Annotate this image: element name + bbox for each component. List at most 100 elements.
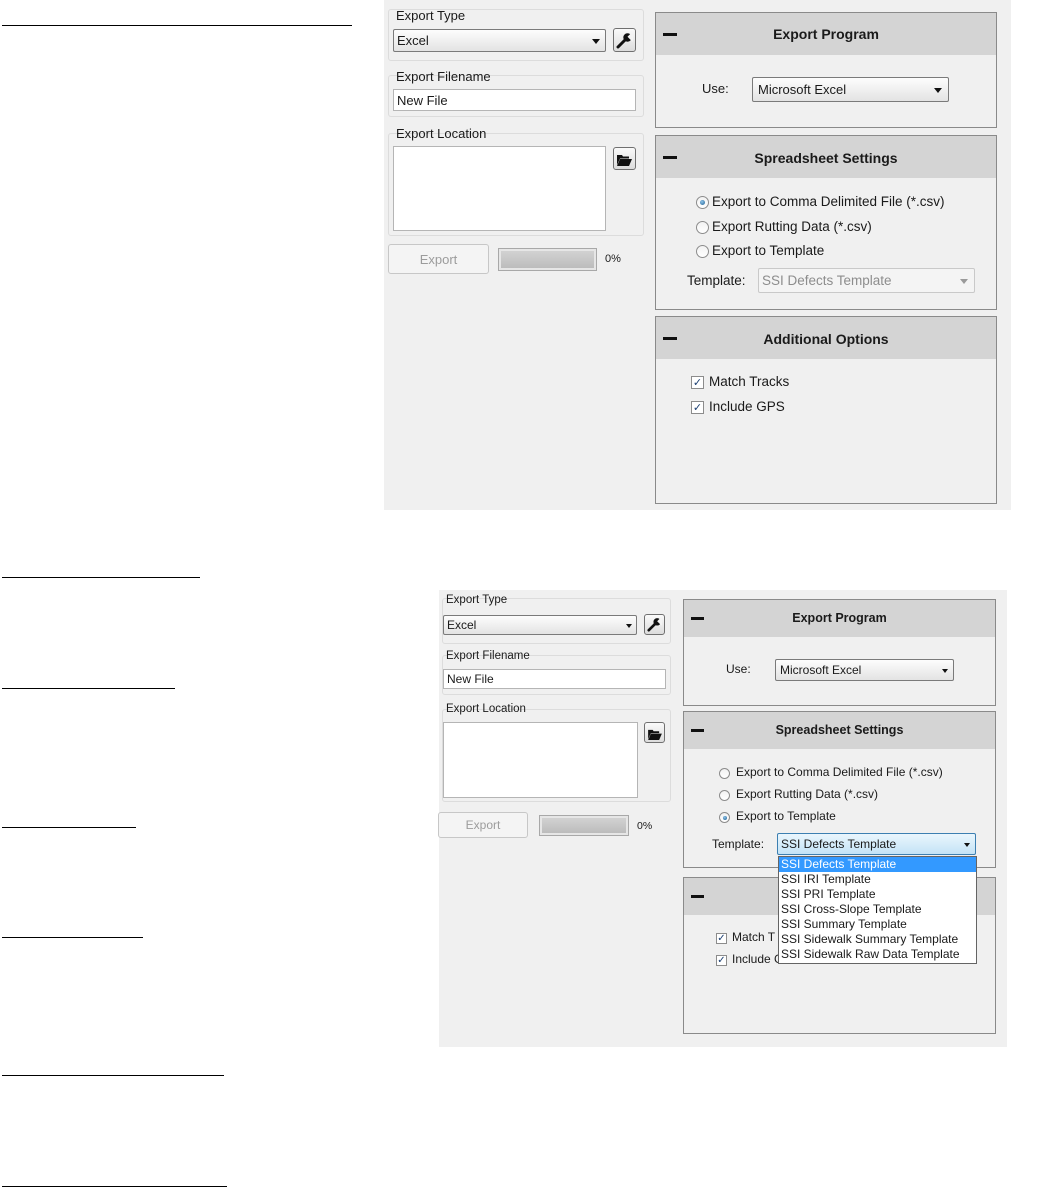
spreadsheet-settings-title: Spreadsheet Settings bbox=[754, 150, 898, 166]
export-button[interactable]: Export bbox=[388, 244, 489, 274]
export-filename-label: Export Filename bbox=[446, 650, 530, 662]
chevron-down-icon bbox=[934, 88, 942, 93]
template-option[interactable]: SSI Defects Template bbox=[779, 857, 976, 872]
document-rule bbox=[2, 577, 200, 578]
template-value: SSI Defects Template bbox=[781, 837, 897, 851]
export-program-panel: Export Program Use: Microsoft Excel bbox=[655, 12, 997, 128]
export-program-value: Microsoft Excel bbox=[780, 663, 862, 677]
browse-folder-button[interactable] bbox=[613, 147, 636, 170]
template-value: SSI Defects Template bbox=[762, 273, 892, 288]
export-progress-bar bbox=[539, 815, 629, 836]
export-progress-percent: 0% bbox=[605, 253, 621, 265]
export-program-title: Export Program bbox=[792, 611, 887, 625]
export-settings-button[interactable] bbox=[644, 614, 665, 635]
export-location-input[interactable] bbox=[443, 722, 638, 798]
chevron-down-icon bbox=[942, 669, 948, 673]
spreadsheet-settings-header[interactable]: Spreadsheet Settings bbox=[656, 136, 996, 178]
export-button[interactable]: Export bbox=[438, 812, 528, 838]
export-type-select[interactable]: Excel bbox=[443, 615, 637, 635]
additional-options-panel: Additional Options ✓ Match Tracks ✓ Incl… bbox=[655, 316, 997, 504]
export-type-value: Excel bbox=[447, 618, 477, 632]
export-progress-percent: 0% bbox=[637, 820, 653, 832]
radio-template[interactable] bbox=[719, 812, 730, 823]
radio-template-label[interactable]: Export to Template bbox=[712, 243, 824, 258]
spreadsheet-settings-header[interactable]: Spreadsheet Settings bbox=[684, 712, 995, 749]
additional-options-header[interactable]: Additional Options bbox=[656, 317, 996, 359]
export-program-select[interactable]: Microsoft Excel bbox=[775, 659, 954, 681]
export-program-header[interactable]: Export Program bbox=[656, 13, 996, 55]
include-gps-label[interactable]: Include G bbox=[732, 952, 783, 966]
export-filename-value: New File bbox=[447, 672, 494, 686]
match-tracks-label[interactable]: Match T bbox=[732, 930, 775, 944]
match-tracks-checkbox[interactable]: ✓ bbox=[716, 933, 727, 944]
radio-rutting-label[interactable]: Export Rutting Data (*.csv) bbox=[712, 219, 872, 234]
chevron-down-icon bbox=[960, 279, 968, 284]
export-type-label: Export Type bbox=[396, 8, 466, 23]
radio-csv-label[interactable]: Export to Comma Delimited File (*.csv) bbox=[712, 194, 945, 209]
chevron-down-icon bbox=[626, 624, 632, 628]
collapse-icon[interactable] bbox=[691, 895, 704, 898]
export-type-value: Excel bbox=[397, 33, 429, 48]
use-label: Use: bbox=[726, 662, 751, 676]
export-location-label: Export Location bbox=[446, 703, 526, 715]
template-label: Template: bbox=[712, 837, 765, 851]
template-select[interactable]: SSI Defects Template bbox=[758, 268, 975, 293]
radio-template-label[interactable]: Export to Template bbox=[736, 809, 836, 823]
export-filename-label: Export Filename bbox=[396, 69, 491, 84]
include-gps-checkbox[interactable]: ✓ bbox=[691, 401, 704, 414]
radio-csv[interactable] bbox=[719, 768, 730, 779]
export-settings-button[interactable] bbox=[613, 28, 636, 52]
export-program-panel: Export Program Use: Microsoft Excel bbox=[683, 599, 996, 706]
additional-options-title: Additional Options bbox=[763, 331, 889, 347]
template-select[interactable]: SSI Defects Template bbox=[777, 833, 976, 855]
radio-template[interactable] bbox=[696, 245, 709, 258]
include-gps-checkbox[interactable]: ✓ bbox=[716, 955, 727, 966]
wrench-icon bbox=[616, 32, 636, 49]
match-tracks-checkbox[interactable]: ✓ bbox=[691, 376, 704, 389]
template-option[interactable]: SSI PRI Template bbox=[779, 887, 976, 902]
radio-csv[interactable] bbox=[696, 196, 709, 209]
export-location-input[interactable] bbox=[393, 146, 606, 231]
document-rule bbox=[2, 688, 175, 689]
template-option[interactable]: SSI Cross-Slope Template bbox=[779, 902, 976, 917]
export-program-value: Microsoft Excel bbox=[758, 82, 847, 97]
template-dropdown-list: SSI Defects Template SSI IRI Template SS… bbox=[778, 856, 977, 964]
document-rule bbox=[2, 937, 143, 938]
document-rule bbox=[2, 827, 136, 828]
folder-open-icon bbox=[647, 727, 662, 740]
export-type-select[interactable]: Excel bbox=[393, 29, 606, 52]
template-option[interactable]: SSI Sidewalk Summary Template bbox=[779, 932, 976, 947]
document-rule bbox=[2, 25, 352, 26]
chevron-down-icon bbox=[592, 39, 600, 44]
radio-rutting-label[interactable]: Export Rutting Data (*.csv) bbox=[736, 787, 878, 801]
match-tracks-label[interactable]: Match Tracks bbox=[709, 374, 789, 389]
radio-rutting[interactable] bbox=[719, 790, 730, 801]
export-dialog-screenshot-2: Export Type Excel Export Filename New Fi… bbox=[438, 590, 1007, 1047]
browse-folder-button[interactable] bbox=[644, 722, 665, 743]
document-rule bbox=[2, 1186, 227, 1187]
use-label: Use: bbox=[702, 81, 729, 96]
radio-csv-label[interactable]: Export to Comma Delimited File (*.csv) bbox=[736, 765, 943, 779]
export-progress-bar bbox=[498, 248, 597, 271]
template-option[interactable]: SSI Sidewalk Raw Data Template bbox=[779, 947, 976, 962]
export-location-label: Export Location bbox=[396, 126, 487, 141]
export-filename-input[interactable]: New File bbox=[393, 89, 636, 111]
export-filename-value: New File bbox=[397, 93, 448, 108]
spreadsheet-settings-title: Spreadsheet Settings bbox=[775, 723, 904, 737]
export-program-header[interactable]: Export Program bbox=[684, 600, 995, 637]
export-type-label: Export Type bbox=[446, 594, 508, 606]
export-dialog-screenshot-1: Export Type Excel Export Filename New Fi… bbox=[384, 0, 1011, 510]
export-program-title: Export Program bbox=[773, 26, 879, 42]
export-filename-input[interactable]: New File bbox=[443, 669, 666, 689]
document-rule bbox=[2, 1075, 224, 1076]
export-program-select[interactable]: Microsoft Excel bbox=[752, 77, 949, 102]
template-label: Template: bbox=[687, 273, 746, 288]
chevron-down-icon bbox=[964, 843, 970, 847]
wrench-icon bbox=[647, 617, 665, 632]
spreadsheet-settings-panel: Spreadsheet Settings Export to Comma Del… bbox=[655, 135, 997, 310]
template-option[interactable]: SSI IRI Template bbox=[779, 872, 976, 887]
include-gps-label[interactable]: Include GPS bbox=[709, 399, 785, 414]
folder-open-icon bbox=[617, 153, 632, 166]
template-option[interactable]: SSI Summary Template bbox=[779, 917, 976, 932]
radio-rutting[interactable] bbox=[696, 221, 709, 234]
